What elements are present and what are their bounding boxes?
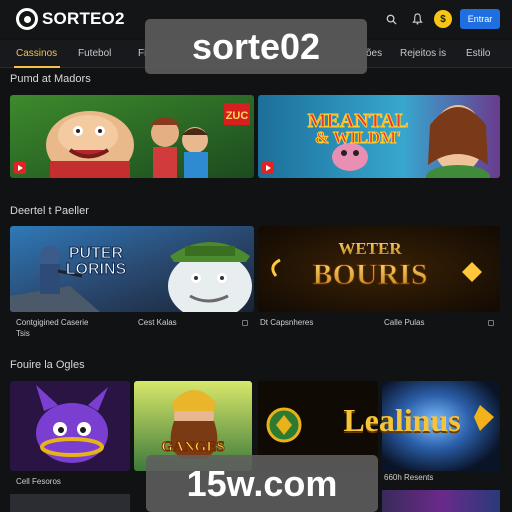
card-title-line1: PUTER	[69, 245, 124, 262]
game-card-peek[interactable]	[10, 494, 130, 512]
game-card-puter-lorins[interactable]: PUTER LORINS	[10, 226, 254, 312]
game-label[interactable]: Contgigined Caserie	[16, 318, 89, 327]
logo-text: SORTEO2	[42, 9, 125, 28]
notification-icon[interactable]	[408, 10, 426, 28]
play-icon[interactable]	[14, 162, 26, 174]
header-actions: $ Entrar	[382, 9, 500, 29]
nav-tab-5[interactable]: Rejeitos is	[400, 48, 446, 59]
coin-balance-icon[interactable]: $	[434, 10, 452, 28]
game-sub-label: Tsis	[16, 329, 30, 338]
nav-tab-football[interactable]: Futebol	[78, 48, 111, 59]
game-art: PUTER LORINS	[10, 226, 254, 312]
nav-tab-casinos[interactable]: Cassinos	[16, 48, 57, 59]
play-icon[interactable]	[262, 162, 274, 174]
card-title-line2: BOURIS	[312, 258, 427, 291]
card-title: GANGES	[161, 439, 224, 455]
game-label[interactable]: Dt Capsnheres	[260, 318, 313, 327]
card-badge-text: ZUC	[226, 110, 249, 122]
active-tab-indicator	[14, 66, 60, 68]
nav-tab-6[interactable]: Estilo	[466, 48, 490, 59]
logo-mark-icon	[16, 8, 38, 30]
game-card-meantal-wild[interactable]: MEANTAL & WILDM'	[258, 95, 500, 178]
game-card-purple-creature[interactable]	[10, 381, 130, 471]
game-card-cartoon-gang[interactable]: ZUC	[10, 95, 254, 178]
section-title-3: Fouire la Ogles	[10, 359, 85, 371]
game-label[interactable]: 660h Resents	[384, 473, 433, 482]
game-card-weter-bouris[interactable]: WETER BOURIS	[258, 226, 500, 312]
card-title: Lealinus	[343, 401, 461, 438]
watermark-bottom: 15w.com	[146, 455, 378, 512]
game-label[interactable]: Cest Kalas	[138, 318, 177, 327]
card-title-line1: WETER	[338, 239, 402, 258]
section-title-1: Pumd at Madors	[10, 73, 91, 85]
favorite-icon[interactable]	[488, 320, 494, 326]
watermark-top: sorte02	[145, 19, 367, 74]
game-art	[10, 381, 130, 471]
game-label[interactable]: Calle Pulas	[384, 318, 424, 327]
game-art: ZUC	[10, 95, 254, 178]
game-art: WETER BOURIS	[258, 226, 500, 312]
login-button[interactable]: Entrar	[460, 9, 500, 29]
lealinus-title: Lealinus	[322, 400, 482, 440]
site-logo[interactable]: SORTEO2	[16, 8, 125, 30]
search-icon[interactable]	[382, 10, 400, 28]
section-title-2: Deertel t Paeller	[10, 205, 89, 217]
nav-tab-4[interactable]: ões	[366, 48, 382, 59]
card-title-line2: & WILDM'	[315, 128, 401, 147]
game-label[interactable]: Cell Fesoros	[16, 477, 61, 486]
game-card-peek[interactable]	[382, 490, 500, 512]
card-title-line2: LORINS	[66, 261, 127, 278]
favorite-icon[interactable]	[242, 320, 248, 326]
game-art: MEANTAL & WILDM'	[258, 95, 500, 178]
